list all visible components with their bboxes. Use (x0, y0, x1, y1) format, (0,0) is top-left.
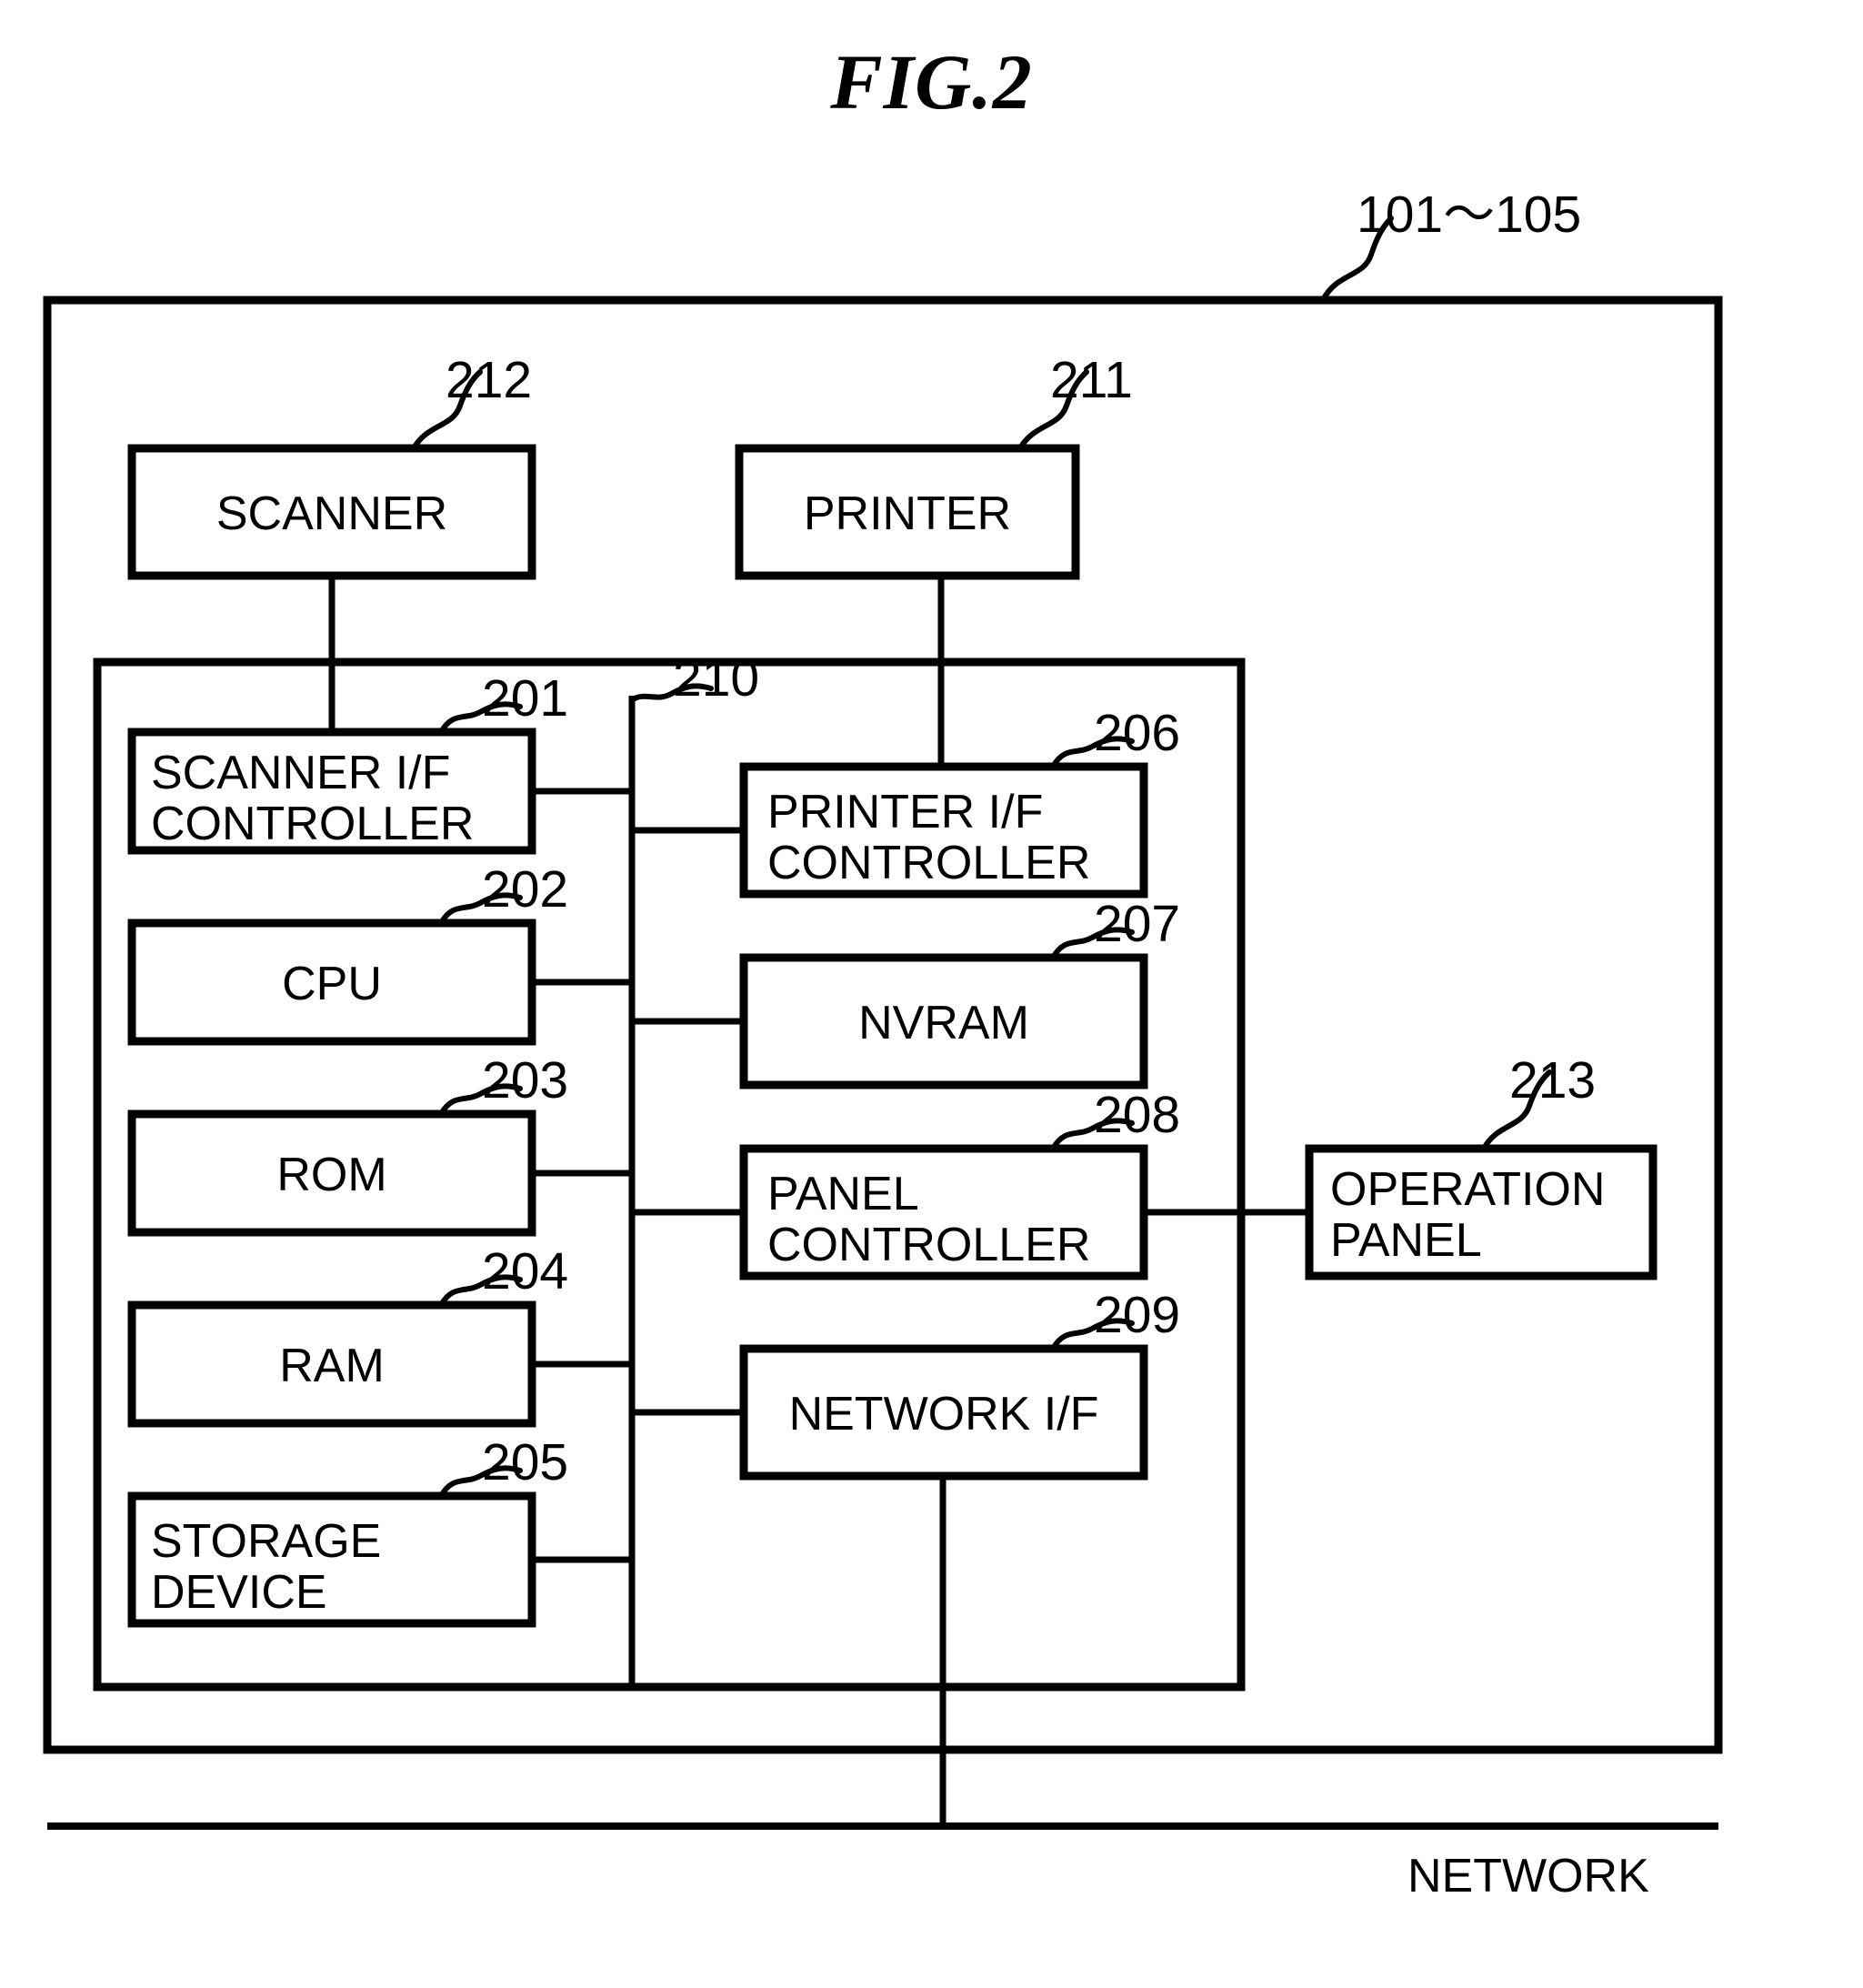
panel-controller-node[interactable] (744, 1149, 1144, 1276)
ref-rom: 203 (482, 1051, 569, 1109)
printer-node[interactable] (739, 448, 1076, 576)
figure-container: FIG.2 101〜105 212 211 213 201 202 203 20… (0, 0, 1863, 1988)
ref-ram: 204 (482, 1242, 569, 1300)
ref-device-range: 101〜105 (1357, 186, 1582, 244)
cpu-node[interactable] (132, 923, 532, 1041)
scanner-node[interactable] (132, 448, 532, 576)
network-if-node[interactable] (744, 1349, 1144, 1476)
ref-scanner-if-controller: 201 (482, 669, 569, 728)
network-label: NETWORK (1407, 1850, 1649, 1903)
ref-printer: 211 (1050, 351, 1133, 409)
operation-panel-node[interactable] (1309, 1149, 1653, 1276)
nvram-node[interactable] (744, 958, 1144, 1085)
ram-node[interactable] (132, 1305, 532, 1423)
ref-storage-device: 205 (482, 1433, 569, 1491)
ref-scanner: 212 (446, 351, 533, 409)
ref-nvram: 207 (1094, 895, 1181, 953)
printer-if-controller-node[interactable] (744, 767, 1144, 894)
ref-panel-controller: 208 (1094, 1086, 1181, 1144)
ref-network-if: 209 (1094, 1286, 1181, 1344)
ref-printer-if-controller: 206 (1094, 704, 1181, 762)
rom-node[interactable] (132, 1114, 532, 1232)
scanner-if-controller-node[interactable] (132, 732, 532, 850)
ref-operation-panel: 213 (1509, 1051, 1597, 1109)
ref-system-bus: 210 (673, 649, 760, 708)
ref-cpu: 202 (482, 860, 569, 919)
storage-device-node[interactable] (132, 1496, 532, 1623)
